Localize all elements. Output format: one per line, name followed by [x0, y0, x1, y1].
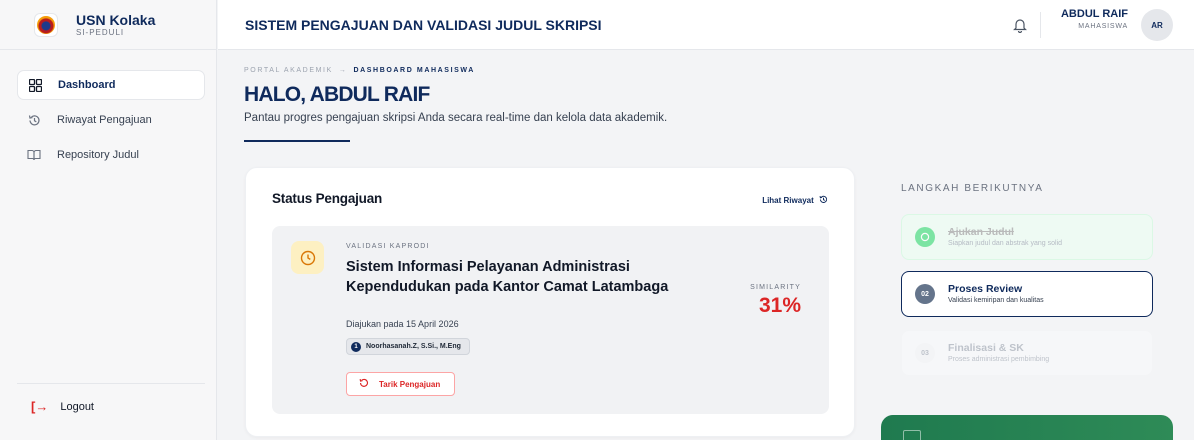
similarity-value: 31% [758, 294, 801, 317]
history-icon [27, 113, 41, 127]
withdraw-label: Tarik Pengajuan [379, 379, 441, 389]
sidebar-item-label: Repository Judul [57, 149, 139, 161]
app-title: SISTEM PENGAJUAN DAN VALIDASI JUDUL SKRI… [245, 16, 602, 33]
brand-name: USN Kolaka [76, 11, 156, 28]
view-history-link[interactable]: Lihat Riwayat [762, 195, 828, 205]
step-label: Proses Review [948, 282, 1023, 295]
check-circle-icon [915, 227, 935, 247]
book-icon [27, 148, 41, 162]
next-steps-title: LANGKAH BERIKUTNYA [901, 183, 1044, 194]
supervisor-chip: 1 Noorhasanah.Z, S.Si., M.Eng [346, 338, 470, 355]
brand[interactable]: USN Kolaka SI-PEDULI [0, 0, 217, 50]
step-number: 03 [915, 343, 935, 363]
repository-promo-card[interactable] [881, 415, 1173, 440]
supervisor-index: 1 [351, 341, 361, 352]
supervisor-name: Noorhasanah.Z, S.Si., M.Eng [366, 343, 461, 350]
step-description: Siapkan judul dan abstrak yang solid [948, 239, 1063, 247]
withdraw-button[interactable]: Tarik Pengajuan [346, 372, 456, 396]
bell-icon[interactable] [1013, 17, 1027, 34]
sidebar-item-repository[interactable]: Repository Judul [17, 140, 205, 170]
step-number: 02 [915, 284, 935, 304]
logout-button[interactable]: [→ Logout [17, 383, 205, 414]
book-icon [903, 430, 921, 440]
status-card-title: Status Pengajuan [272, 191, 383, 206]
app-root: USN Kolaka SI-PEDULI Dashboard Riwayat P… [0, 0, 1194, 440]
stage-label: VALIDASI KAPRODI [346, 243, 430, 250]
similarity-label: SIMILARITY [750, 284, 801, 291]
sidebar-item-label: Dashboard [58, 79, 116, 91]
breadcrumb-separator: → [338, 67, 348, 74]
header-divider [1040, 12, 1041, 38]
user-role: MAHASISWA [1078, 23, 1128, 30]
brand-subtitle: SI-PEDULI [76, 27, 125, 37]
logout-icon: [→ [31, 399, 49, 414]
page-subtitle: Pantau progres pengajuan skripsi Anda se… [244, 112, 668, 124]
status-card: Status Pengajuan Lihat Riwayat VALIDASI … [245, 167, 855, 437]
page-title: HALO, ABDUL RAIF [244, 83, 430, 106]
grid-icon [28, 78, 42, 92]
breadcrumb: PORTAL AKADEMIK → DASHBOARD MAHASISWA [244, 67, 475, 74]
view-history-label: Lihat Riwayat [762, 196, 814, 205]
step-label: Finalisasi & SK [948, 341, 1024, 354]
user-name: ABDUL RAIF [1060, 8, 1128, 20]
sidebar-item-dashboard[interactable]: Dashboard [17, 70, 205, 100]
top-header: SISTEM PENGAJUAN DAN VALIDASI JUDUL SKRI… [218, 0, 1194, 50]
step-description: Validasi kemiripan dan kualitas [948, 296, 1044, 304]
submitted-date: Diajukan pada 15 April 2026 [346, 319, 459, 329]
sidebar-item-label: Riwayat Pengajuan [57, 114, 152, 126]
history-icon [816, 195, 828, 205]
submission-panel: VALIDASI KAPRODI Sistem Informasi Pelaya… [272, 226, 829, 414]
step-label: Ajukan Judul [948, 225, 1014, 238]
clock-icon [291, 241, 324, 274]
avatar[interactable]: AR [1141, 9, 1173, 41]
logout-label: Logout [60, 400, 94, 413]
breadcrumb-root[interactable]: PORTAL AKADEMIK [244, 67, 333, 74]
sidebar-nav: Dashboard Riwayat Pengajuan Repository J… [17, 70, 205, 175]
sidebar: USN Kolaka SI-PEDULI Dashboard Riwayat P… [0, 0, 217, 440]
step-description: Proses administrasi pembimbing [948, 355, 1050, 363]
step-ajukan-judul: Ajukan Judul Siapkan judul dan abstrak y… [901, 214, 1153, 260]
undo-icon [359, 378, 369, 390]
step-proses-review: 02 Proses Review Validasi kemiripan dan … [901, 271, 1153, 317]
thesis-title: Sistem Informasi Pelayanan Administrasi … [346, 259, 669, 295]
title-underline [244, 140, 350, 142]
sidebar-item-riwayat[interactable]: Riwayat Pengajuan [17, 105, 205, 135]
step-finalisasi: 03 Finalisasi & SK Proses administrasi p… [901, 330, 1153, 376]
university-logo [34, 12, 58, 37]
breadcrumb-current: DASHBOARD MAHASISWA [353, 67, 475, 74]
